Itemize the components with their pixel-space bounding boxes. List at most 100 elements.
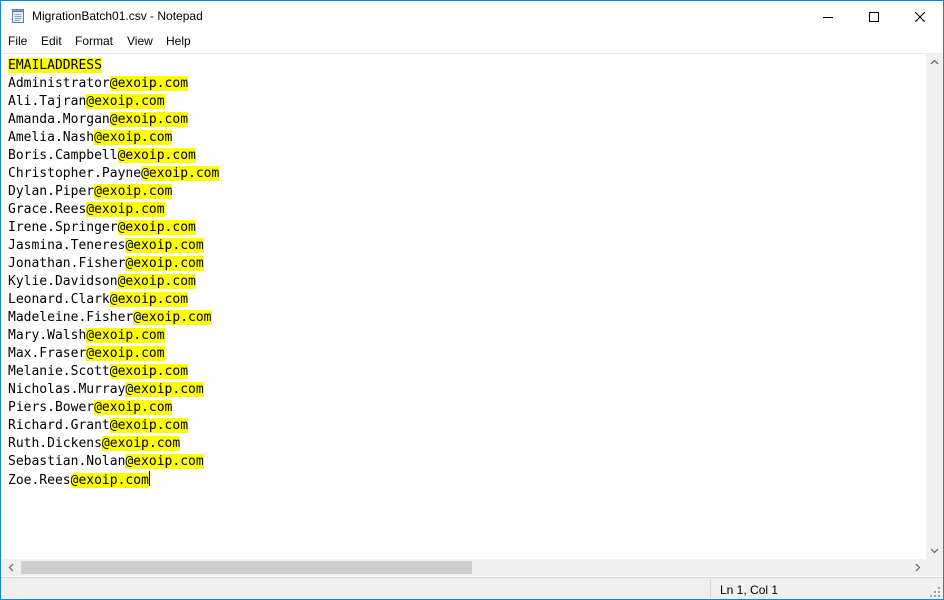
window-title: MigrationBatch01.csv - Notepad xyxy=(32,9,203,23)
highlighted-text: @exoip.com xyxy=(109,364,189,379)
line-text: Dylan.Piper xyxy=(8,184,95,199)
line-text: Administrator xyxy=(8,76,110,91)
text-line: Richard.Grant@exoip.com xyxy=(8,417,219,435)
highlighted-text: @exoip.com xyxy=(125,382,204,397)
highlighted-text: @exoip.com xyxy=(101,436,181,451)
text-line: Dylan.Piper@exoip.com xyxy=(8,183,219,201)
text-line: Piers.Bower@exoip.com xyxy=(8,399,219,417)
line-text: Nicholas.Murray xyxy=(8,382,126,397)
cursor-position: Ln 1, Col 1 xyxy=(720,583,779,597)
highlighted-text: @exoip.com xyxy=(125,256,204,271)
menu-edit[interactable]: Edit xyxy=(41,34,62,48)
line-text: Jasmina.Teneres xyxy=(8,238,126,253)
line-text: Max.Fraser xyxy=(8,346,87,361)
text-line: Kylie.Davidson@exoip.com xyxy=(8,273,219,291)
minimize-icon xyxy=(823,16,833,18)
text-line: Jasmina.Teneres@exoip.com xyxy=(8,237,219,255)
maximize-icon xyxy=(869,11,879,22)
menu-bar: File Edit Format View Help xyxy=(1,32,943,52)
text-line: Max.Fraser@exoip.com xyxy=(8,345,219,363)
text-line: Christopher.Payne@exoip.com xyxy=(8,165,220,183)
highlighted-text: @exoip.com xyxy=(86,94,165,109)
highlighted-text: @exoip.com xyxy=(117,148,196,163)
text-line: Boris.Campbell@exoip.com xyxy=(8,147,219,165)
highlighted-text: @exoip.com xyxy=(141,166,220,181)
text-line: Administrator@exoip.com xyxy=(8,75,219,93)
scrollbar-thumb[interactable] xyxy=(21,561,472,574)
editor-text[interactable]: EMAILADDRESS Administrator@exoip.com Ali.T… xyxy=(8,57,220,489)
menu-view[interactable]: View xyxy=(127,34,153,48)
menu-format[interactable]: Format xyxy=(75,34,113,48)
scrollbar-corner xyxy=(926,559,943,576)
highlighted-text: @exoip.com xyxy=(94,130,173,145)
highlighted-text: @exoip.com xyxy=(109,418,189,433)
text-line: Irene.Springer@exoip.com xyxy=(8,219,219,237)
line-text: Grace.Rees xyxy=(8,202,87,217)
highlighted-text: @exoip.com xyxy=(86,346,165,361)
notepad-window: MigrationBatch01.csv - Notepad File Edit… xyxy=(0,0,944,600)
menu-file[interactable]: File xyxy=(8,34,27,48)
highlighted-text: @exoip.com xyxy=(125,454,204,469)
chevron-up-icon xyxy=(930,59,939,64)
text-line: Sebastian.Nolan@exoip.com xyxy=(8,453,219,471)
text-line: Leonard.Clark@exoip.com xyxy=(8,291,219,309)
scroll-left-button[interactable] xyxy=(2,559,19,576)
line-text: Jonathan.Fisher xyxy=(8,256,126,271)
highlighted-text: @exoip.com xyxy=(109,292,189,307)
text-line: Grace.Rees@exoip.com xyxy=(8,201,219,219)
status-divider xyxy=(710,580,711,598)
highlighted-text: @exoip.com xyxy=(86,202,165,217)
line-text: Madeleine.Fisher xyxy=(8,310,134,325)
text-caret xyxy=(148,471,150,486)
highlighted-text: @exoip.com xyxy=(94,184,173,199)
highlighted-text: @exoip.com xyxy=(94,400,173,415)
title-bar[interactable]: MigrationBatch01.csv - Notepad xyxy=(1,1,943,32)
resize-grip-icon[interactable] xyxy=(929,586,941,598)
vertical-scrollbar[interactable] xyxy=(926,53,943,559)
line-text: Mary.Walsh xyxy=(8,328,87,343)
minimize-button[interactable] xyxy=(805,1,851,32)
text-editor[interactable]: EMAILADDRESS Administrator@exoip.com Ali.T… xyxy=(2,53,926,560)
text-line: Ali.Tajran@exoip.com xyxy=(8,93,219,111)
scroll-right-button[interactable] xyxy=(909,559,926,576)
line-text: Sebastian.Nolan xyxy=(8,454,126,469)
highlighted-text: EMAILADDRESS xyxy=(8,58,102,73)
highlighted-text: @exoip.com xyxy=(70,473,149,488)
chevron-right-icon xyxy=(915,563,920,572)
text-line: Jonathan.Fisher@exoip.com xyxy=(8,255,219,273)
text-line: Nicholas.Murray@exoip.com xyxy=(8,381,219,399)
horizontal-scrollbar[interactable] xyxy=(2,559,926,576)
chevron-down-icon xyxy=(930,548,939,553)
line-text: Amelia.Nash xyxy=(8,130,95,145)
text-line: EMAILADDRESS xyxy=(8,57,219,75)
close-icon xyxy=(915,11,925,22)
line-text: Kylie.Davidson xyxy=(8,274,118,289)
notepad-icon[interactable] xyxy=(10,8,26,24)
line-text: Zoe.Rees xyxy=(8,473,71,488)
highlighted-text: @exoip.com xyxy=(133,310,212,325)
status-bar: Ln 1, Col 1 xyxy=(1,577,943,599)
chevron-left-icon xyxy=(8,563,13,572)
highlighted-text: @exoip.com xyxy=(117,220,196,235)
text-line: Zoe.Rees@exoip.com xyxy=(8,471,219,489)
text-line: Ruth.Dickens@exoip.com xyxy=(8,435,219,453)
menu-help[interactable]: Help xyxy=(166,34,191,48)
text-line: Amanda.Morgan@exoip.com xyxy=(8,111,219,129)
line-text: Piers.Bower xyxy=(8,400,95,415)
highlighted-text: @exoip.com xyxy=(117,274,196,289)
line-text: Richard.Grant xyxy=(8,418,110,433)
line-text: Irene.Springer xyxy=(8,220,118,235)
highlighted-text: @exoip.com xyxy=(109,76,189,91)
highlighted-text: @exoip.com xyxy=(125,238,204,253)
scroll-up-button[interactable] xyxy=(926,53,943,70)
close-button[interactable] xyxy=(897,1,943,32)
line-text: Boris.Campbell xyxy=(8,148,118,163)
line-text: Ali.Tajran xyxy=(8,94,87,109)
maximize-button[interactable] xyxy=(851,1,897,32)
scroll-down-button[interactable] xyxy=(926,542,943,559)
text-line: Melanie.Scott@exoip.com xyxy=(8,363,219,381)
text-line: Madeleine.Fisher@exoip.com xyxy=(8,309,219,327)
line-text: Leonard.Clark xyxy=(8,292,110,307)
highlighted-text: @exoip.com xyxy=(86,328,165,343)
highlighted-text: @exoip.com xyxy=(109,112,189,127)
